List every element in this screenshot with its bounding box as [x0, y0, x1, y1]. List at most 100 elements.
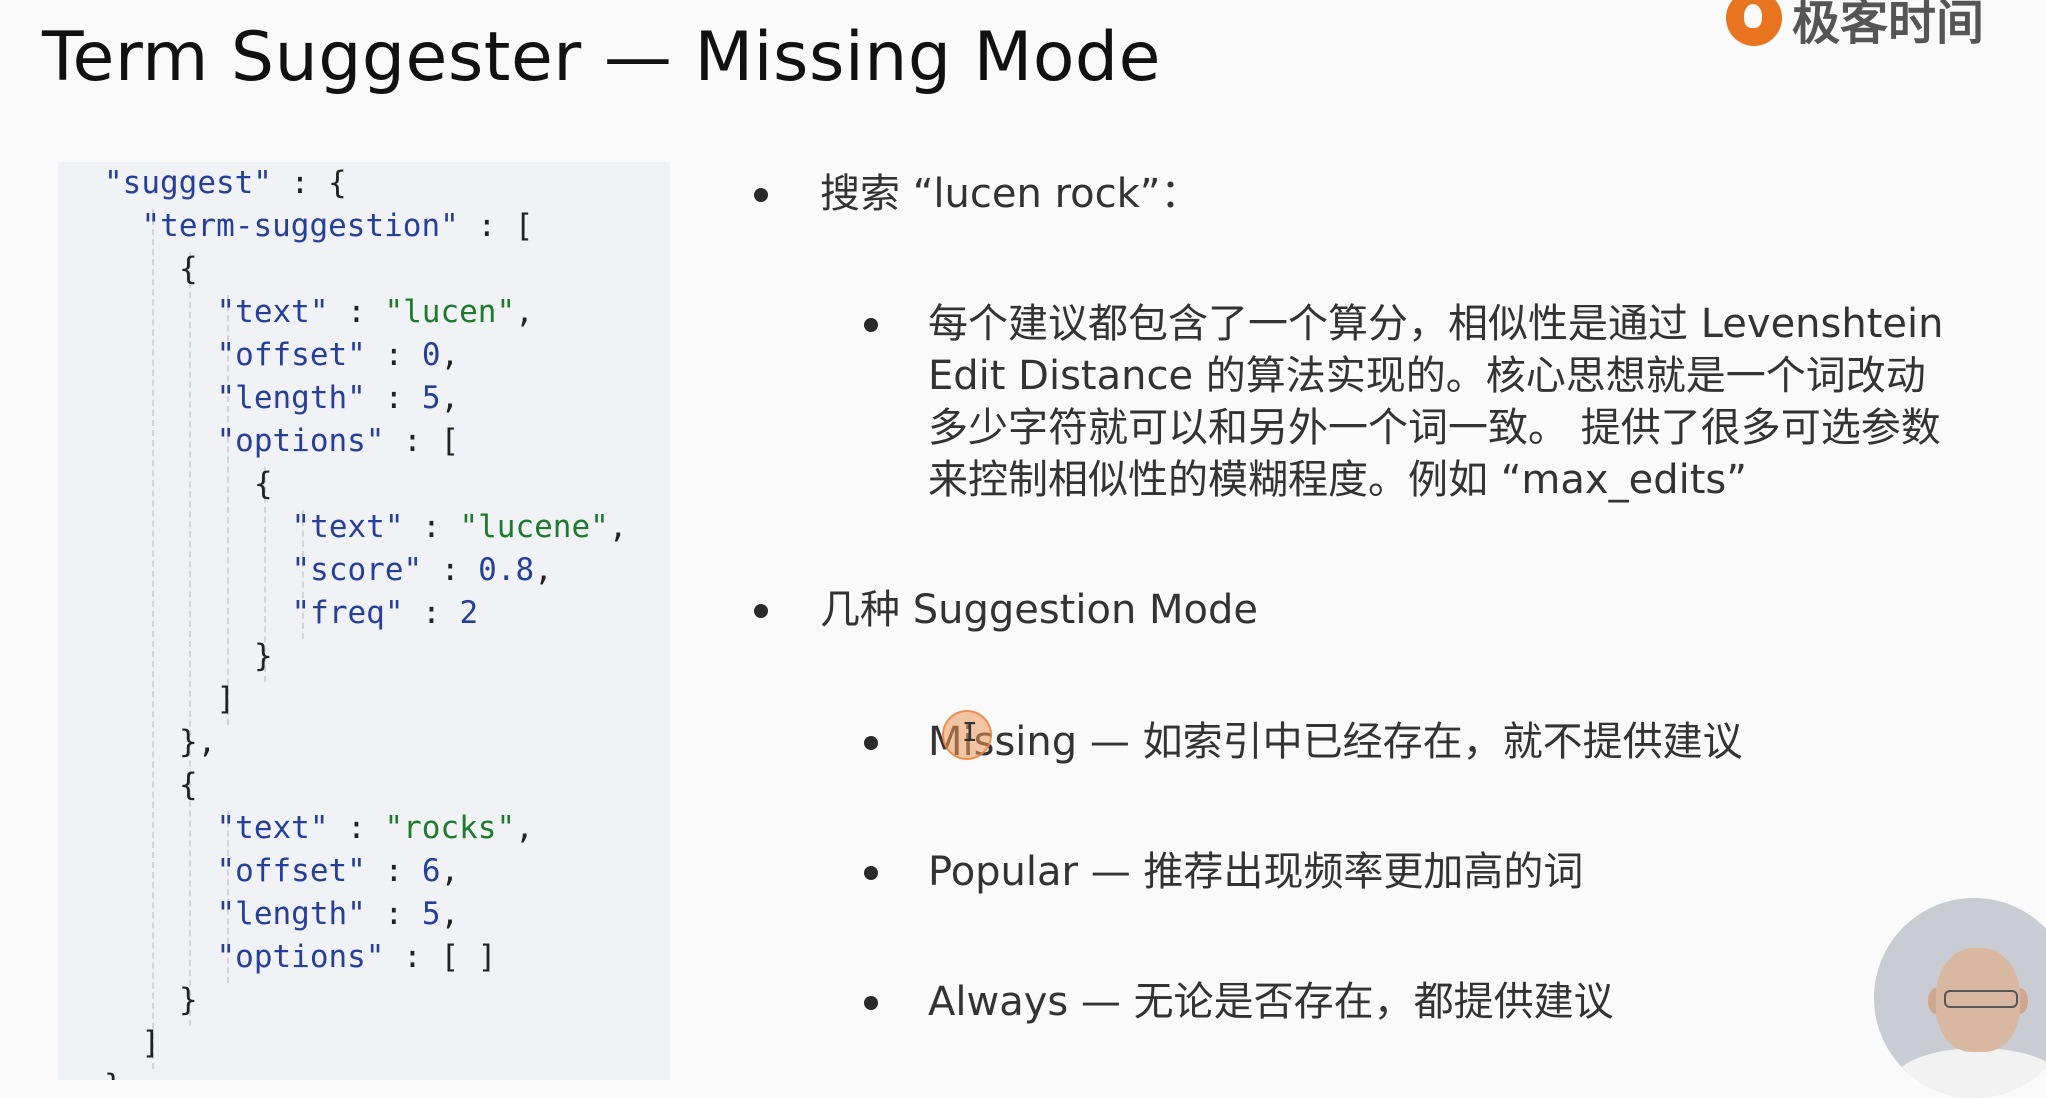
paragraph-line: 多少字符就可以和另外一个词一致。 提供了很多可选参数	[928, 405, 1941, 451]
code-line: {	[179, 764, 198, 806]
code-line: "offset" : 0,	[217, 334, 460, 376]
code-token: :	[365, 337, 422, 373]
bullet-dot	[864, 318, 878, 332]
text-cursor-icon: I	[962, 718, 978, 748]
code-line: "term-suggestion" : [	[142, 205, 534, 247]
geektime-logo: 极客时间	[1726, 0, 1984, 51]
bullet-search: 搜索 “lucen rock”：	[754, 168, 1201, 220]
code-panel: "suggest" : {"term-suggestion" : [{"text…	[58, 162, 670, 1080]
code-token: "lucen"	[384, 294, 516, 330]
code-token: "text"	[216, 294, 329, 330]
code-token: : [	[384, 423, 460, 459]
code-token: "length"	[216, 896, 366, 932]
code-token: "suggest"	[104, 165, 272, 201]
code-line: {	[254, 463, 273, 505]
code-line: "text" : "lucene",	[292, 506, 628, 548]
code-token: :	[328, 810, 385, 846]
code-token: 5	[421, 896, 441, 932]
bullet-dot	[864, 866, 878, 880]
code-token: :	[403, 595, 460, 631]
bullet-dot	[754, 604, 768, 618]
bullet-always: Always — 无论是否存在，都提供建议	[864, 976, 1614, 1028]
code-token: "text"	[291, 509, 404, 545]
code-line: ]	[217, 678, 236, 720]
code-line: "offset" : 6,	[217, 850, 460, 892]
bullet-text: Missing — 如索引中已经存在，就不提供建议	[928, 719, 1743, 765]
bullet-text: Always — 无论是否存在，都提供建议	[928, 979, 1614, 1025]
code-token: "lucene"	[459, 509, 609, 545]
code-token: ,	[440, 853, 460, 889]
code-line: "length" : 5,	[217, 377, 460, 419]
code-token: "freq"	[291, 595, 404, 631]
code-token: :	[403, 509, 460, 545]
code-line: "length" : 5,	[217, 893, 460, 935]
code-token: :	[328, 294, 385, 330]
code-token: ,	[515, 810, 534, 846]
code-line: "suggest" : {	[104, 162, 347, 204]
code-token: },	[179, 724, 217, 760]
code-token: "term-suggestion"	[141, 208, 459, 244]
code-token: ,	[440, 380, 460, 416]
code-token: ,	[534, 552, 553, 588]
bullet-text: 搜索 “lucen rock”：	[820, 171, 1201, 217]
code-line: ]	[142, 1022, 161, 1064]
code-line: "freq" : 2	[292, 592, 479, 634]
bullet-dot	[754, 188, 768, 202]
code-token: "score"	[291, 552, 423, 588]
presenter-shirt	[1892, 1048, 2046, 1098]
code-token: ]	[141, 1025, 161, 1061]
code-token: "offset"	[216, 337, 366, 373]
code-token: "options"	[216, 939, 385, 975]
code-token: "options"	[216, 423, 385, 459]
code-token: 0.8	[478, 552, 535, 588]
code-token: "length"	[216, 380, 366, 416]
geektime-logo-icon	[1726, 0, 1782, 46]
code-token: :	[422, 552, 479, 588]
logo-text: 极客时间	[1792, 0, 1985, 51]
code-token: : {	[271, 165, 347, 201]
code-token: "offset"	[216, 853, 366, 889]
bullet-text: Popular — 推荐出现频率更加高的词	[928, 849, 1584, 895]
bullet-missing: Missing — 如索引中已经存在，就不提供建议	[864, 716, 1743, 768]
code-line: "options" : [ ]	[217, 936, 497, 978]
presenter-glasses	[1944, 990, 2018, 1008]
indent-guide	[151, 209, 154, 1069]
bullet-score: 每个建议都包含了一个算分，相似性是通过 Levenshtein Edit Dis…	[864, 298, 1944, 506]
code-token: }	[179, 982, 198, 1018]
code-token: :	[365, 896, 422, 932]
code-token: {	[179, 251, 198, 287]
slide-title: Term Suggester — Missing Mode	[42, 18, 1161, 97]
code-line: "options" : [	[217, 420, 460, 462]
paragraph-line: 每个建议都包含了一个算分，相似性是通过 Levenshtein	[928, 301, 1944, 347]
indent-guide	[189, 252, 191, 1026]
code-line: }	[254, 635, 273, 677]
code-token: 5	[421, 380, 441, 416]
code-token: 0	[421, 337, 441, 373]
code-token: "text"	[216, 810, 329, 846]
code-token: : [	[458, 208, 534, 244]
bullet-dot	[864, 736, 878, 750]
paragraph-line: 来控制相似性的模糊程度。例如 “max_edits”	[928, 457, 1747, 503]
bullet-dot	[864, 996, 878, 1010]
code-token: "rocks"	[384, 810, 516, 846]
code-token: ,	[515, 294, 534, 330]
code-token: 6	[421, 853, 441, 889]
paragraph-line: Edit Distance 的算法实现的。核心思想就是一个词改动	[928, 353, 1926, 399]
code-token: ]	[216, 681, 236, 717]
code-token: ,	[608, 509, 628, 545]
code-token: 2	[459, 595, 479, 631]
code-token: }	[254, 638, 273, 674]
code-token: {	[254, 466, 273, 502]
code-token: :	[365, 380, 422, 416]
bullet-popular: Popular — 推荐出现频率更加高的词	[864, 846, 1583, 898]
code-line: }	[179, 979, 198, 1021]
bullet-modes: 几种 Suggestion Mode	[754, 584, 1258, 636]
bullet-text: 几种 Suggestion Mode	[820, 587, 1259, 633]
score-paragraph: 每个建议都包含了一个算分，相似性是通过 Levenshtein Edit Dis…	[928, 298, 1944, 506]
code-line: "score" : 0.8,	[292, 549, 553, 591]
code-line: "text" : "rocks",	[217, 807, 534, 849]
presenter-webcam	[1874, 898, 2046, 1098]
code-line: }	[104, 1065, 123, 1080]
code-token: ,	[440, 896, 460, 932]
code-token: }	[104, 1068, 123, 1080]
